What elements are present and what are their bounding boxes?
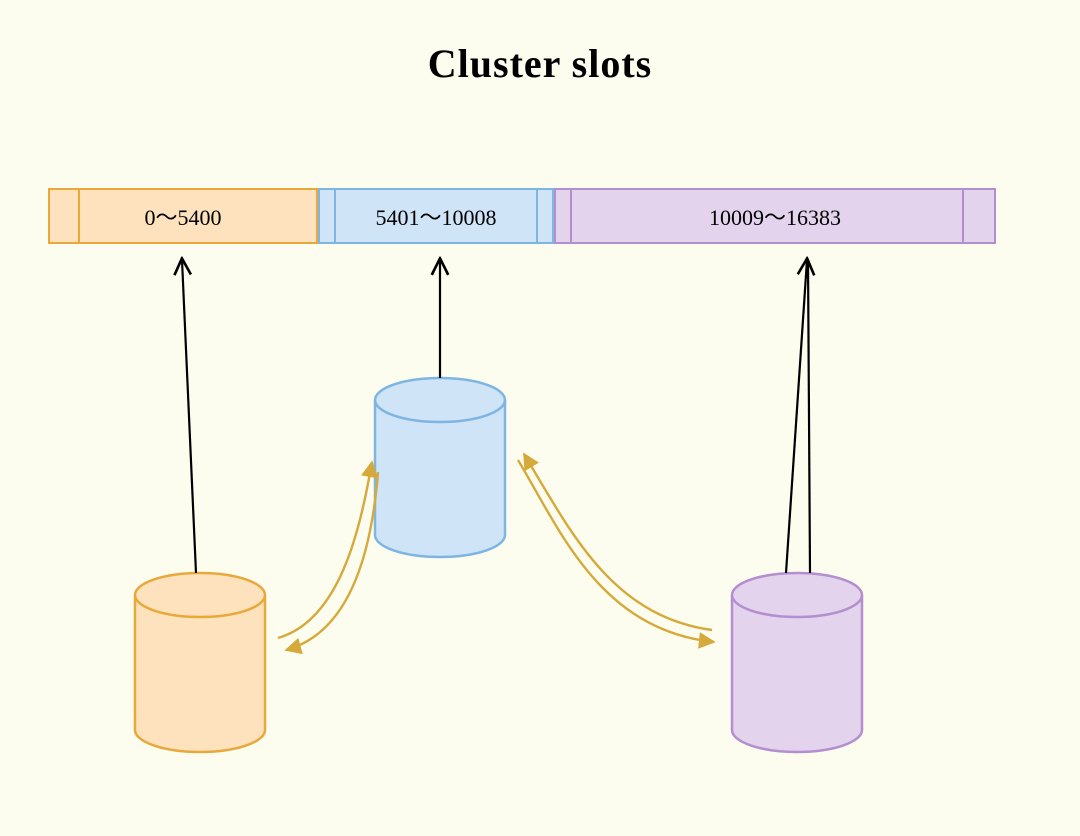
- slot-divider: [334, 190, 336, 242]
- slot-range-3-label: 10009～16383: [709, 200, 841, 232]
- slot-range-1-label: 0～5400: [144, 200, 221, 232]
- node-2-label: Node 2: [390, 475, 490, 501]
- arrow-node1-node2-b: [286, 472, 378, 650]
- arrow-node2-node3-b: [524, 454, 712, 630]
- arrow-node1-node2-a: [278, 462, 372, 638]
- arrow-node2-node3-a: [518, 460, 714, 642]
- node-1-cylinder: [135, 573, 265, 752]
- slot-divider: [78, 190, 80, 242]
- arrow-node1-to-slot1: [182, 260, 196, 573]
- slot-range-3: 10009～16383: [554, 188, 996, 244]
- slot-divider: [536, 190, 538, 242]
- arrow-node3-to-slot3-a: [786, 260, 807, 573]
- diagram-title: Cluster slots: [0, 40, 1080, 87]
- node-2-cylinder: [375, 378, 505, 557]
- slot-divider: [570, 190, 572, 242]
- slot-range-2-label: 5401～10008: [375, 200, 496, 232]
- node-3-cylinder: [732, 573, 862, 752]
- arrow-node3-to-slot3-b: [808, 260, 810, 573]
- slot-range-2: 5401～10008: [318, 188, 554, 244]
- node-3-label: Node 3: [747, 668, 847, 694]
- diagram-svg: [0, 0, 1080, 836]
- slot-range-1: 0～5400: [48, 188, 318, 244]
- node-1-label: Node 1: [150, 668, 250, 694]
- slot-divider: [962, 190, 964, 242]
